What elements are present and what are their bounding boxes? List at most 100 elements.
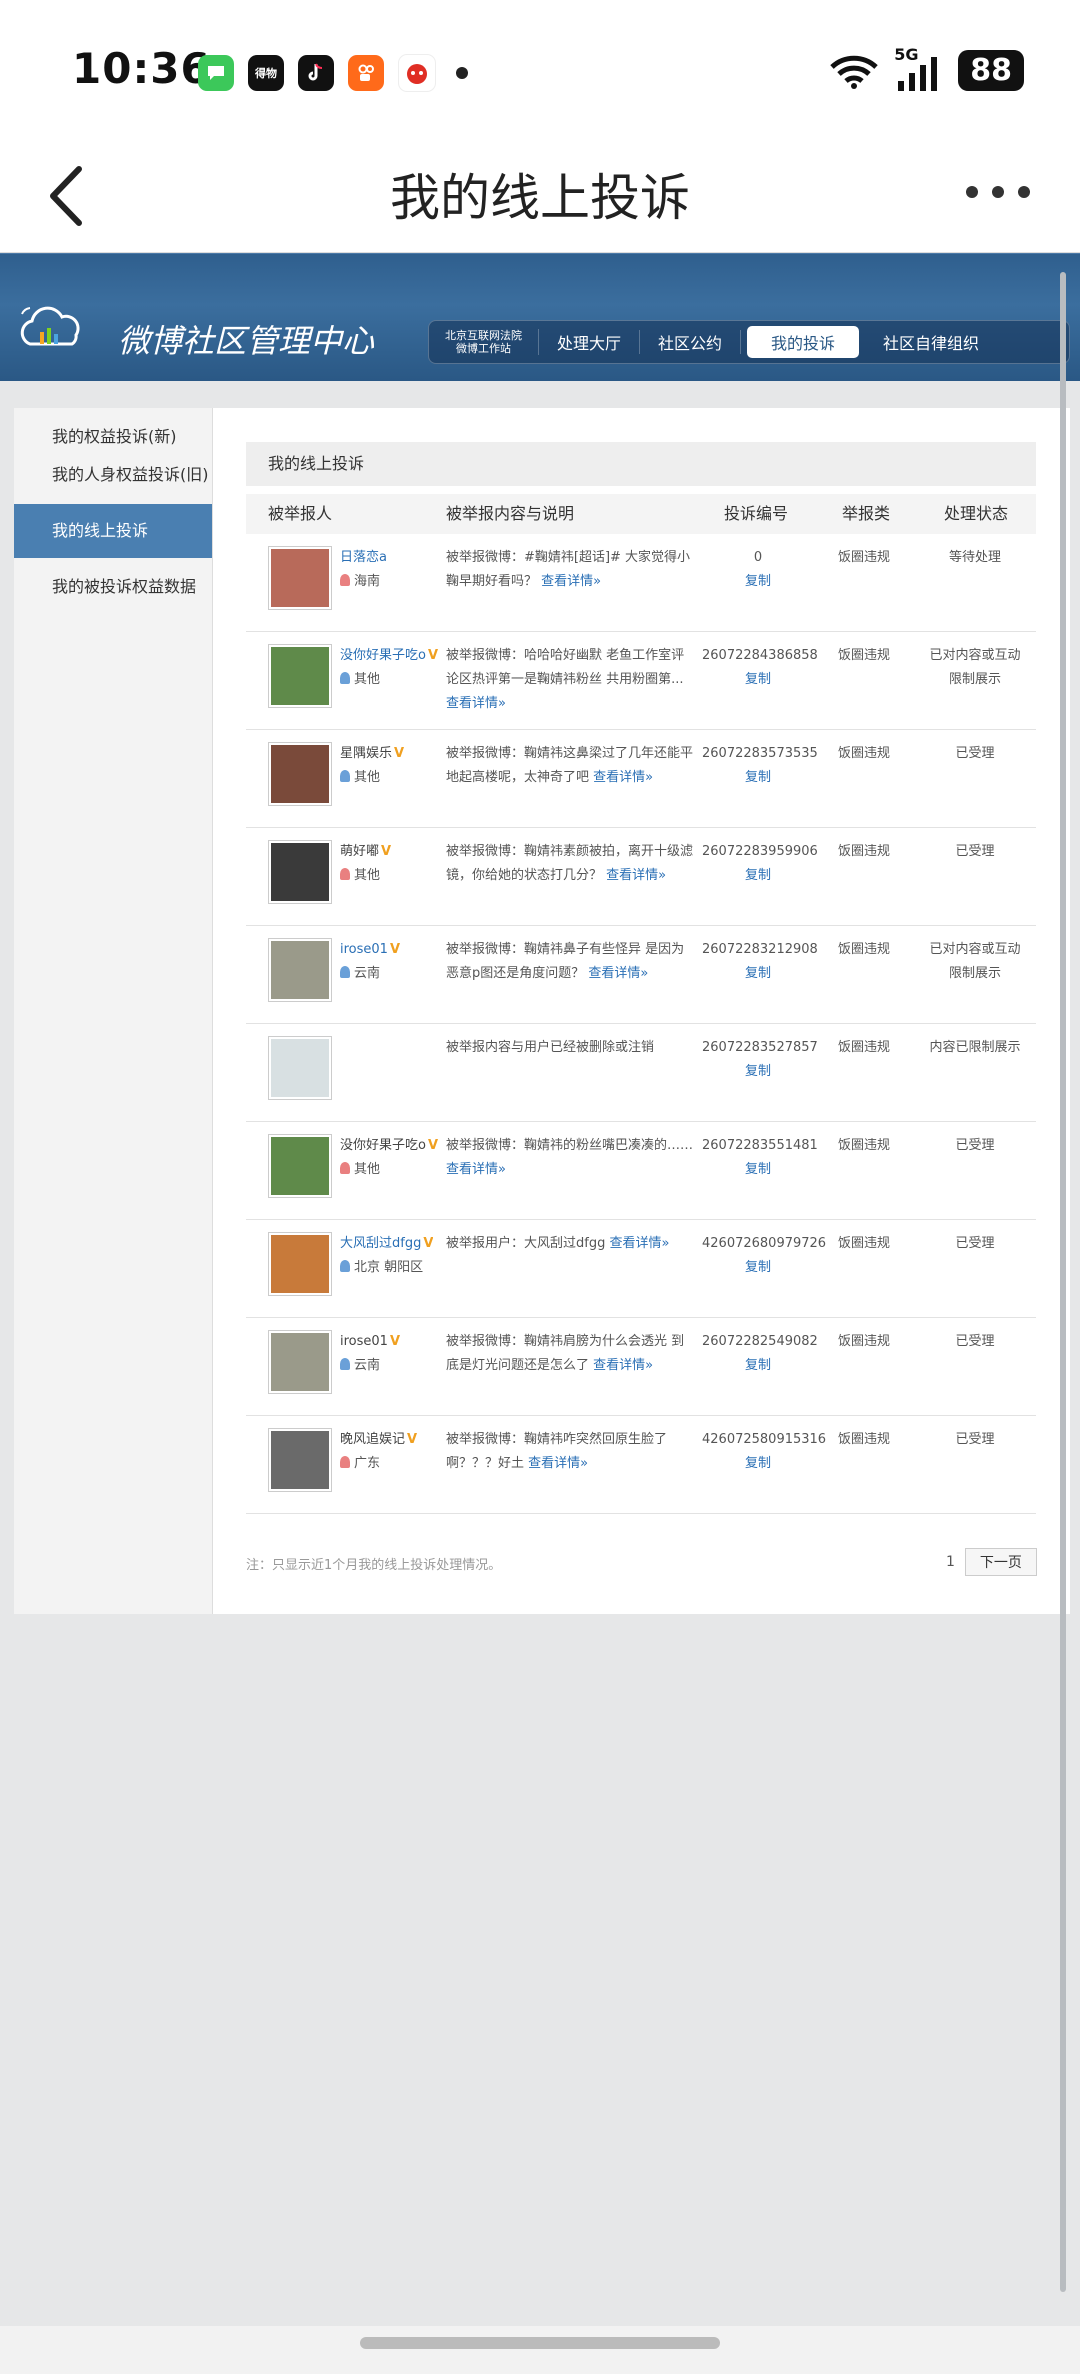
- copy-link[interactable]: 复制: [702, 962, 814, 986]
- site-header: 微博社区管理中心 北京互联网法院 微博工作站 处理大厅 社区公约 我的投诉 社区…: [0, 253, 1080, 381]
- avatar[interactable]: [268, 1330, 332, 1394]
- avatar-image: [271, 549, 329, 607]
- location-icon: [340, 770, 350, 782]
- view-details-link[interactable]: 查看详情»: [588, 966, 648, 981]
- complaint-id: 426072580915316: [702, 1432, 827, 1447]
- verified-badge-icon: V: [389, 942, 400, 957]
- sidebar-item-rights-new[interactable]: 我的权益投诉(新): [14, 418, 212, 456]
- avatar[interactable]: [268, 742, 332, 806]
- menu-item-my-complaints[interactable]: 我的投诉: [747, 326, 860, 358]
- copy-link[interactable]: 复制: [702, 864, 814, 888]
- main-panel: 我的权益投诉(新) 我的人身权益投诉(旧) 我的线上投诉 我的被投诉权益数据 我…: [14, 408, 1070, 1614]
- complaint-id: 26072284386858: [702, 648, 818, 663]
- user-name-link[interactable]: 星隅娱乐: [340, 746, 392, 761]
- location-icon: [340, 1162, 350, 1174]
- user-location: 其他: [354, 770, 381, 785]
- sidebar-item-complained-data[interactable]: 我的被投诉权益数据: [14, 568, 212, 606]
- avatar[interactable]: [268, 644, 332, 708]
- view-details-link[interactable]: 查看详情»: [541, 574, 601, 589]
- avatar[interactable]: [268, 1232, 332, 1296]
- menu-item-hall[interactable]: 处理大厅: [539, 330, 641, 354]
- site-title: 微博社区管理中心: [118, 322, 375, 360]
- location-icon: [340, 868, 350, 880]
- table-row: 大风刮过dfgg V 北京 朝阳区 被举报用户：大风刮过dfgg 查看详情» 42607…: [246, 1220, 1036, 1318]
- more-options-button[interactable]: [956, 170, 1040, 214]
- copy-link[interactable]: 复制: [702, 766, 814, 790]
- user-name-link[interactable]: irose01: [340, 942, 388, 957]
- menu-item-convention[interactable]: 社区公约: [640, 330, 742, 354]
- copy-link[interactable]: 复制: [702, 1256, 814, 1280]
- copy-link[interactable]: 复制: [702, 668, 814, 692]
- copy-link[interactable]: 复制: [702, 1354, 814, 1378]
- user-info: 萌好嘟 V 其他: [340, 840, 391, 925]
- complaint-status: 已对内容或互动限制展示: [929, 942, 1021, 981]
- next-page-button[interactable]: 下一页: [964, 1548, 1037, 1576]
- user-name-link[interactable]: 日落恋a: [340, 550, 387, 565]
- copy-link[interactable]: 复制: [702, 1060, 814, 1084]
- user-name-link[interactable]: 大风刮过dfgg: [340, 1236, 421, 1251]
- menu-item-self-discipline[interactable]: 社区自律组织: [865, 330, 997, 354]
- home-indicator[interactable]: [360, 2337, 720, 2349]
- avatar[interactable]: [268, 546, 332, 610]
- verified-badge-icon: V: [407, 1432, 418, 1447]
- complaint-id-cell: 26072283212908 复制: [702, 938, 818, 1023]
- view-details-link[interactable]: 查看详情»: [446, 696, 506, 711]
- complaint-category: 饭圈违规: [837, 1040, 890, 1055]
- complaint-id-cell: 26072283527857 复制: [702, 1036, 818, 1121]
- user-name-link[interactable]: 萌好嘟: [340, 844, 379, 859]
- menu-item-court[interactable]: 北京互联网法院 微博工作站: [429, 329, 539, 355]
- complaint-content: 被举报用户：大风刮过dfgg 查看详情»: [446, 1232, 702, 1317]
- complaint-content: 被举报微博：鞠婧祎素颜被拍，离开十级滤镜，你给她的状态打几分？ 查看详情»: [446, 840, 702, 925]
- complaint-content: 被举报微博：鞠婧祎鼻子有些怪异 是因为恶意p图还是角度问题？ 查看详情»: [446, 938, 702, 1023]
- user-name-link[interactable]: 没你好果子吃o: [340, 1138, 426, 1153]
- verified-badge-icon: V: [394, 746, 405, 761]
- complaint-id: 26072283212908: [702, 942, 818, 957]
- copy-link[interactable]: 复制: [702, 1452, 814, 1476]
- nav-bar: 我的线上投诉: [0, 140, 1080, 253]
- bottom-bar: [0, 2326, 1080, 2374]
- avatar[interactable]: [268, 1134, 332, 1198]
- avatar[interactable]: [268, 840, 332, 904]
- copy-link[interactable]: 复制: [702, 570, 814, 594]
- view-details-link[interactable]: 查看详情»: [609, 1236, 669, 1251]
- column-header-content: 被举报内容与说明: [446, 504, 575, 523]
- complaints-content: 我的线上投诉 被举报人 被举报内容与说明 投诉编号 举报类 处理状态 日落恋a 海…: [246, 442, 1036, 1514]
- reported-user: 大风刮过dfgg V 北京 朝阳区: [246, 1232, 446, 1317]
- avatar-image: [271, 1137, 329, 1195]
- user-info: irose01 V 云南: [340, 938, 400, 1023]
- complaint-id-cell: 426072680979726 复制: [702, 1232, 826, 1317]
- table-row: irose01 V 云南 被举报微博：鞠婧祎肩膀为什么会透光 到底是灯光问题还是怎么了…: [246, 1318, 1036, 1416]
- scrollbar[interactable]: [1060, 272, 1066, 2292]
- location-icon: [340, 1358, 350, 1370]
- copy-link[interactable]: 复制: [702, 1158, 814, 1182]
- avatar[interactable]: [268, 938, 332, 1002]
- complaint-content: 被举报微博：哈哈哈好幽默 老鱼工作室评论区热评第一是鞠婧祎粉丝 共用粉圈第...…: [446, 644, 702, 729]
- user-location: 云南: [354, 966, 381, 981]
- view-details-link[interactable]: 查看详情»: [606, 868, 666, 883]
- view-details-link[interactable]: 查看详情»: [446, 1162, 506, 1177]
- view-details-link[interactable]: 查看详情»: [593, 770, 653, 785]
- complaint-id-cell: 26072283573535 复制: [702, 742, 818, 827]
- user-name-link[interactable]: 没你好果子吃o: [340, 648, 426, 663]
- complaint-content: 被举报微博：鞠婧祎肩膀为什么会透光 到底是灯光问题还是怎么了 查看详情»: [446, 1330, 702, 1415]
- complaint-text: 被举报内容与用户已经被删除或注销: [446, 1040, 655, 1055]
- complaint-status: 等待处理: [948, 550, 1001, 565]
- user-location: 广东: [354, 1456, 381, 1471]
- view-details-link[interactable]: 查看详情»: [528, 1456, 588, 1471]
- complaint-content: 被举报微博：鞠婧祎这鼻梁过了几年还能平地起高楼呢，太神奇了吧 查看详情»: [446, 742, 702, 827]
- complaint-id: 26072282549082: [702, 1334, 818, 1349]
- avatar[interactable]: [268, 1036, 332, 1100]
- user-info: 晚风追娱记 V 广东: [340, 1428, 417, 1513]
- user-name-link[interactable]: irose01: [340, 1334, 388, 1349]
- page-title: 我的线上投诉: [390, 169, 690, 227]
- system-status: 5G 88: [828, 45, 1024, 91]
- complaint-content: 被举报微博：鞠婧祎的粉丝嘴巴凑凑的…… 查看详情»: [446, 1134, 702, 1219]
- table-row: 星隅娱乐 V 其他 被举报微博：鞠婧祎这鼻梁过了几年还能平地起高楼呢，太神奇了吧 查看…: [246, 730, 1036, 828]
- reported-user: irose01 V 云南: [246, 938, 446, 1023]
- messages-app-icon: [198, 55, 234, 91]
- view-details-link[interactable]: 查看详情»: [593, 1358, 653, 1373]
- sidebar-item-online-complaints[interactable]: 我的线上投诉: [14, 504, 212, 558]
- sidebar-item-personal-rights-old[interactable]: 我的人身权益投诉(旧): [14, 456, 212, 494]
- user-name-link[interactable]: 晚风追娱记: [340, 1432, 405, 1447]
- avatar[interactable]: [268, 1428, 332, 1492]
